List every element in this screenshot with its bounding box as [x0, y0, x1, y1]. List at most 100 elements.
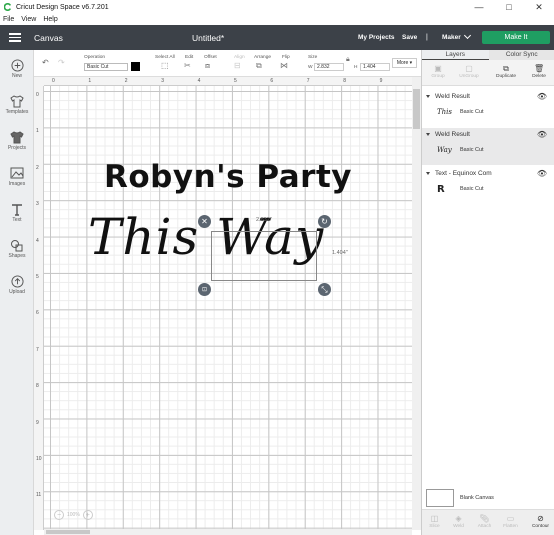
lock-handle-icon[interactable]: ⊡: [198, 283, 211, 296]
flatten-button[interactable]: ▭ Flatten: [498, 514, 523, 529]
ruler-top: 0 1 2 3 4 5 6 7 8 9: [44, 77, 412, 86]
menu-help[interactable]: Help: [43, 16, 57, 23]
delete-handle-icon[interactable]: ✕: [198, 215, 211, 228]
layer-group-header[interactable]: Text - Equinox Com 👁︎: [422, 167, 554, 179]
ruler-top-tick: 9: [379, 78, 383, 84]
my-projects-link[interactable]: My Projects: [358, 34, 395, 41]
zoom-out-button[interactable]: −: [54, 510, 64, 520]
sidebar-item-new[interactable]: New: [0, 58, 34, 79]
edit-label: Edit: [185, 55, 194, 60]
delete-button[interactable]: 🗑︎ Delete: [525, 64, 553, 79]
operation-color-swatch[interactable]: [131, 62, 140, 71]
align-icon[interactable]: ⊟: [234, 61, 241, 70]
layer-item-label: Basic Cut: [460, 186, 484, 192]
selection-width-label: 2.832": [256, 217, 272, 223]
more-button[interactable]: More ▾: [392, 58, 417, 68]
robyns-party-text[interactable]: Robyn's Party: [104, 159, 352, 195]
sidebar-item-templates[interactable]: Templates: [0, 94, 34, 115]
collapse-triangle-icon[interactable]: [426, 94, 430, 98]
minimize-button[interactable]: —: [464, 0, 494, 14]
layer-group[interactable]: Weld Result 👁︎ Way Basic Cut: [422, 128, 554, 165]
eye-icon[interactable]: 👁︎: [537, 92, 547, 101]
sidebar-item-images[interactable]: Images: [0, 166, 34, 187]
window-controls: — □ ✕: [464, 0, 554, 14]
layer-item[interactable]: Way Basic Cut: [422, 140, 554, 160]
offset-icon[interactable]: ⧈: [205, 61, 210, 71]
sidebar-item-label: Templates: [5, 109, 29, 115]
make-it-button[interactable]: Make It: [482, 31, 550, 44]
blank-canvas-swatch[interactable]: [426, 489, 454, 507]
design-canvas[interactable]: Robyn's Party This Way 2.832" 1.404" ✕ ↻…: [44, 86, 412, 530]
select-all-icon[interactable]: ⬚: [161, 61, 169, 70]
layer-group-name: Weld Result: [435, 130, 470, 138]
menu-file[interactable]: File: [3, 16, 14, 23]
maximize-button[interactable]: □: [494, 0, 524, 14]
zoom-control: − 100% +: [54, 510, 93, 520]
undo-icon[interactable]: ↶: [42, 58, 49, 67]
attach-button[interactable]: 📎︎ Attach: [472, 514, 497, 529]
layer-item-label: Basic Cut: [460, 147, 484, 153]
lock-icon[interactable]: 🔒︎: [346, 56, 350, 64]
ruler-top-tick: 6: [270, 78, 274, 84]
sidebar-item-upload[interactable]: Upload: [0, 274, 34, 295]
more-label: More: [396, 60, 409, 66]
scrollbar-thumb[interactable]: [46, 530, 90, 534]
tab-color-sync[interactable]: Color Sync: [488, 50, 554, 60]
size-width-input[interactable]: 2.832: [314, 63, 344, 71]
operation-select[interactable]: Basic Cut: [84, 63, 128, 71]
ruler-corner: [34, 77, 44, 86]
save-button[interactable]: Save: [402, 34, 417, 41]
selection-height-label: 1.404": [332, 250, 348, 256]
align-label: Align: [234, 55, 245, 60]
layer-group-header[interactable]: Weld Result 👁︎: [422, 90, 554, 102]
ungroup-button[interactable]: ▢ UnGroup: [455, 64, 483, 79]
layer-item[interactable]: R Basic Cut: [422, 179, 554, 199]
ruler-left-tick: 7: [36, 346, 39, 353]
flip-icon[interactable]: ⋈: [280, 61, 288, 70]
zoom-in-button[interactable]: +: [82, 510, 93, 520]
collapse-triangle-icon[interactable]: [426, 171, 430, 175]
resize-handle-icon[interactable]: ⤡: [318, 283, 331, 296]
eye-icon[interactable]: 👁︎: [537, 130, 547, 139]
sidebar-item-label: Projects: [7, 145, 27, 151]
edit-icon[interactable]: ✂: [184, 61, 191, 70]
scrollbar-thumb[interactable]: [413, 89, 420, 129]
sidebar-item-text[interactable]: Text: [0, 202, 34, 223]
group-button[interactable]: ▣ Group: [424, 64, 452, 79]
weld-button[interactable]: ◈ Weld: [446, 514, 471, 529]
blank-canvas-row[interactable]: Blank Canvas: [426, 489, 494, 507]
header-separator: |: [426, 34, 428, 41]
slice-button[interactable]: ◫ Slice: [422, 514, 447, 529]
collapse-triangle-icon[interactable]: [426, 132, 430, 136]
rotate-handle-icon[interactable]: ↻: [318, 215, 331, 228]
redo-icon[interactable]: ↷: [58, 58, 65, 67]
layer-group-header[interactable]: Weld Result 👁︎: [422, 128, 554, 140]
hamburger-menu-icon[interactable]: [0, 33, 30, 42]
arrange-icon[interactable]: ⧉: [256, 61, 262, 71]
close-button[interactable]: ✕: [524, 0, 554, 14]
chevron-down-icon[interactable]: [463, 31, 472, 40]
menu-view[interactable]: View: [21, 16, 36, 23]
tab-layers[interactable]: Layers: [422, 50, 489, 60]
layer-group[interactable]: Weld Result 👁︎ This Basic Cut: [422, 90, 554, 122]
machine-select[interactable]: Maker: [442, 34, 461, 41]
shirt-icon: [10, 94, 24, 108]
weld-icon: ◈: [455, 514, 462, 523]
cricut-logo-icon: [4, 3, 12, 11]
left-sidebar: New Templates Projects Images Text Shape…: [0, 50, 34, 535]
layer-thumbnail: This: [437, 108, 453, 116]
ruler-top-tick: 4: [197, 78, 201, 84]
contour-button[interactable]: ⊘ Contour: [528, 514, 553, 529]
sidebar-item-projects[interactable]: Projects: [0, 130, 34, 151]
vertical-scrollbar[interactable]: [412, 77, 421, 530]
sidebar-item-shapes[interactable]: Shapes: [0, 238, 34, 259]
eye-icon[interactable]: 👁︎: [537, 169, 547, 178]
ruler-left-tick: 1: [36, 128, 39, 135]
layer-group[interactable]: Text - Equinox Com 👁︎ R Basic Cut: [422, 167, 554, 199]
selection-box[interactable]: [211, 231, 317, 281]
horizontal-scrollbar[interactable]: [44, 529, 412, 535]
layer-item[interactable]: This Basic Cut: [422, 102, 554, 122]
size-height-input[interactable]: 1.404: [360, 63, 390, 71]
duplicate-button[interactable]: ⧉ Duplicate: [492, 64, 520, 79]
sidebar-item-label: Upload: [9, 289, 25, 295]
